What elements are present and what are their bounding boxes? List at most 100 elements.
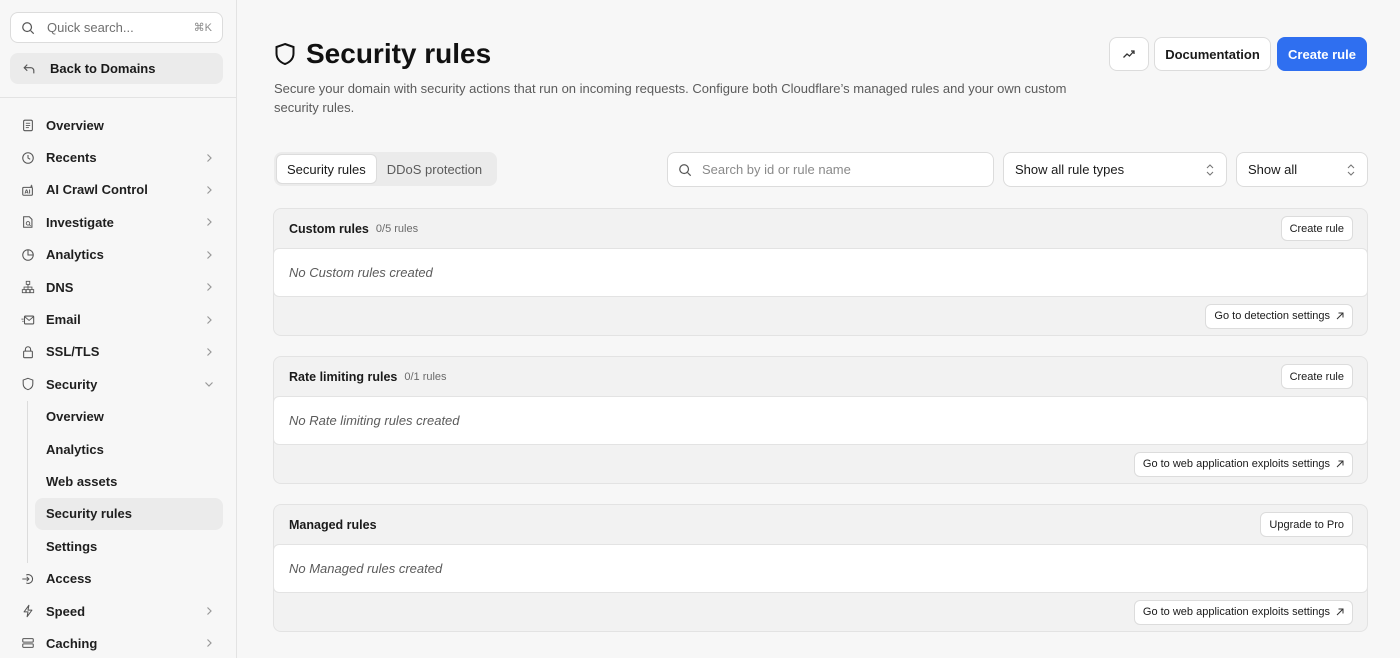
sidebar-item-label: Overview (46, 117, 104, 133)
back-to-domains-button[interactable]: Back to Domains (10, 53, 223, 84)
link-label: Go to web application exploits settings (1142, 458, 1330, 470)
document-search-icon (21, 215, 35, 229)
create-rule-button[interactable]: Create rule (1277, 37, 1367, 71)
sidebar-item-label: Access (46, 571, 92, 587)
sidebar-divider (0, 97, 236, 98)
sidebar-nav: Overview Recents AI AI Crawl Control Inv… (0, 109, 236, 658)
shield-icon (275, 42, 295, 66)
card-header: Custom rules 0/5 rules Create rule (274, 209, 1367, 248)
sidebar-item-label: Speed (46, 603, 86, 619)
select-chevrons-icon (1206, 163, 1214, 176)
create-rate-limiting-rule-button[interactable]: Create rule (1280, 364, 1353, 389)
tab-ddos-protection[interactable]: DDoS protection (377, 154, 492, 184)
pie-chart-icon (21, 248, 35, 262)
sidebar-item-caching[interactable]: Caching (0, 627, 236, 658)
sidebar-item-label: Analytics (46, 247, 104, 263)
rule-type-select[interactable]: Show all rule types (1003, 152, 1227, 187)
chevron-right-icon (207, 153, 212, 162)
tab-security-rules[interactable]: Security rules (276, 154, 377, 184)
submenu-item-security-rules[interactable]: Security rules (35, 497, 223, 531)
sidebar-item-label: SSL/TLS (46, 344, 100, 360)
quick-search-placeholder: Quick search... (47, 20, 134, 35)
sidebar-item-speed[interactable]: Speed (0, 595, 236, 627)
submenu-item-overview[interactable]: Overview (0, 401, 236, 433)
card-header: Rate limiting rules 0/1 rules Create rul… (274, 357, 1367, 396)
empty-state: No Managed rules created (273, 544, 1368, 593)
trend-icon (1123, 50, 1135, 58)
go-to-detection-settings-button[interactable]: Go to detection settings (1205, 303, 1353, 329)
ai-icon: AI (21, 183, 35, 197)
sidebar-item-dns[interactable]: DNS (0, 271, 236, 303)
sidebar-item-email[interactable]: Email (0, 303, 236, 335)
email-icon (21, 313, 35, 327)
rule-search-input[interactable]: Search by id or rule name (667, 152, 994, 187)
sidebar-item-analytics[interactable]: Analytics (0, 239, 236, 271)
card-count: 0/1 rules (404, 370, 447, 383)
cache-icon (21, 636, 35, 650)
submenu-guide-line (27, 400, 28, 563)
sidebar-item-label: AI Crawl Control (46, 182, 148, 198)
access-icon (21, 572, 35, 586)
card-title: Rate limiting rules (289, 369, 398, 384)
main-content: Security rules Secure your domain with s… (237, 0, 1400, 658)
create-custom-rule-button[interactable]: Create rule (1280, 216, 1353, 241)
sidebar-item-investigate[interactable]: Investigate (0, 206, 236, 238)
chevron-right-icon (207, 250, 212, 259)
card-footer: Go to web application exploits settings (274, 445, 1367, 483)
go-to-web-application-exploits-settings-button[interactable]: Go to web application exploits settings (1133, 599, 1353, 625)
submenu-item-web-assets[interactable]: Web assets (0, 465, 236, 497)
sidebar-item-ai-crawl-control[interactable]: AI AI Crawl Control (0, 174, 236, 206)
link-label: Go to detection settings (1214, 310, 1330, 322)
network-icon (21, 280, 35, 294)
managed-rules-card: Managed rules Upgrade to Pro No Managed … (273, 504, 1368, 632)
analytics-link-button[interactable] (1109, 37, 1149, 71)
show-value: Show all (1248, 162, 1298, 177)
external-arrow-icon (1336, 608, 1344, 616)
external-arrow-icon (1336, 460, 1344, 468)
chevron-right-icon (207, 607, 212, 615)
card-count: 0/5 rules (375, 222, 419, 235)
sidebar-item-security[interactable]: Security (0, 368, 236, 400)
card-footer: Go to web application exploits settings (274, 593, 1367, 631)
lock-icon (21, 345, 35, 359)
sidebar-item-label: Email (46, 312, 81, 328)
chevron-right-icon (207, 347, 212, 356)
chevron-right-icon (207, 218, 212, 227)
sidebar-item-recents[interactable]: Recents (0, 141, 236, 173)
chevron-right-icon (207, 283, 212, 292)
show-select[interactable]: Show all (1236, 152, 1368, 187)
documentation-button[interactable]: Documentation (1154, 37, 1271, 71)
chevron-right-icon (207, 639, 212, 648)
tab-group: Security rules DDoS protection (274, 152, 497, 186)
rule-search-placeholder: Search by id or rule name (702, 162, 851, 177)
sidebar-item-label: Security (46, 376, 98, 392)
security-submenu: Overview Analytics Web assets Security r… (0, 400, 236, 563)
sidebar-item-overview[interactable]: Overview (0, 109, 236, 141)
submenu-item-analytics[interactable]: Analytics (0, 433, 236, 465)
sidebar-item-ssl-tls[interactable]: SSL/TLS (0, 336, 236, 368)
empty-state: No Rate limiting rules created (273, 396, 1368, 445)
bolt-icon (21, 604, 35, 618)
sidebar-item-label: Recents (46, 150, 97, 166)
link-label: Go to web application exploits settings (1142, 606, 1330, 618)
go-to-web-application-exploits-settings-button[interactable]: Go to web application exploits settings (1133, 451, 1353, 477)
search-icon (22, 21, 35, 34)
sidebar: Quick search... ⌘K Back to Domains Overv… (0, 0, 237, 658)
clock-icon (21, 151, 35, 165)
search-icon (679, 163, 692, 176)
custom-rules-card: Custom rules 0/5 rules Create rule No Cu… (273, 208, 1368, 336)
card-title: Managed rules (289, 517, 377, 532)
shield-icon (21, 377, 35, 391)
submenu-item-settings[interactable]: Settings (0, 530, 236, 562)
back-label: Back to Domains (50, 61, 156, 76)
upgrade-to-pro-button[interactable]: Upgrade to Pro (1260, 512, 1353, 537)
quick-search-input[interactable]: Quick search... ⌘K (10, 12, 223, 43)
clipboard-icon (21, 118, 35, 132)
sidebar-item-access[interactable]: Access (0, 562, 236, 594)
select-chevrons-icon (1347, 163, 1355, 176)
rule-type-value: Show all rule types (1015, 162, 1125, 177)
svg-text:AI: AI (25, 189, 31, 195)
sidebar-item-label: DNS (46, 279, 74, 295)
shortcut-hint: ⌘K (193, 22, 212, 34)
sidebar-item-label: Investigate (46, 214, 114, 230)
